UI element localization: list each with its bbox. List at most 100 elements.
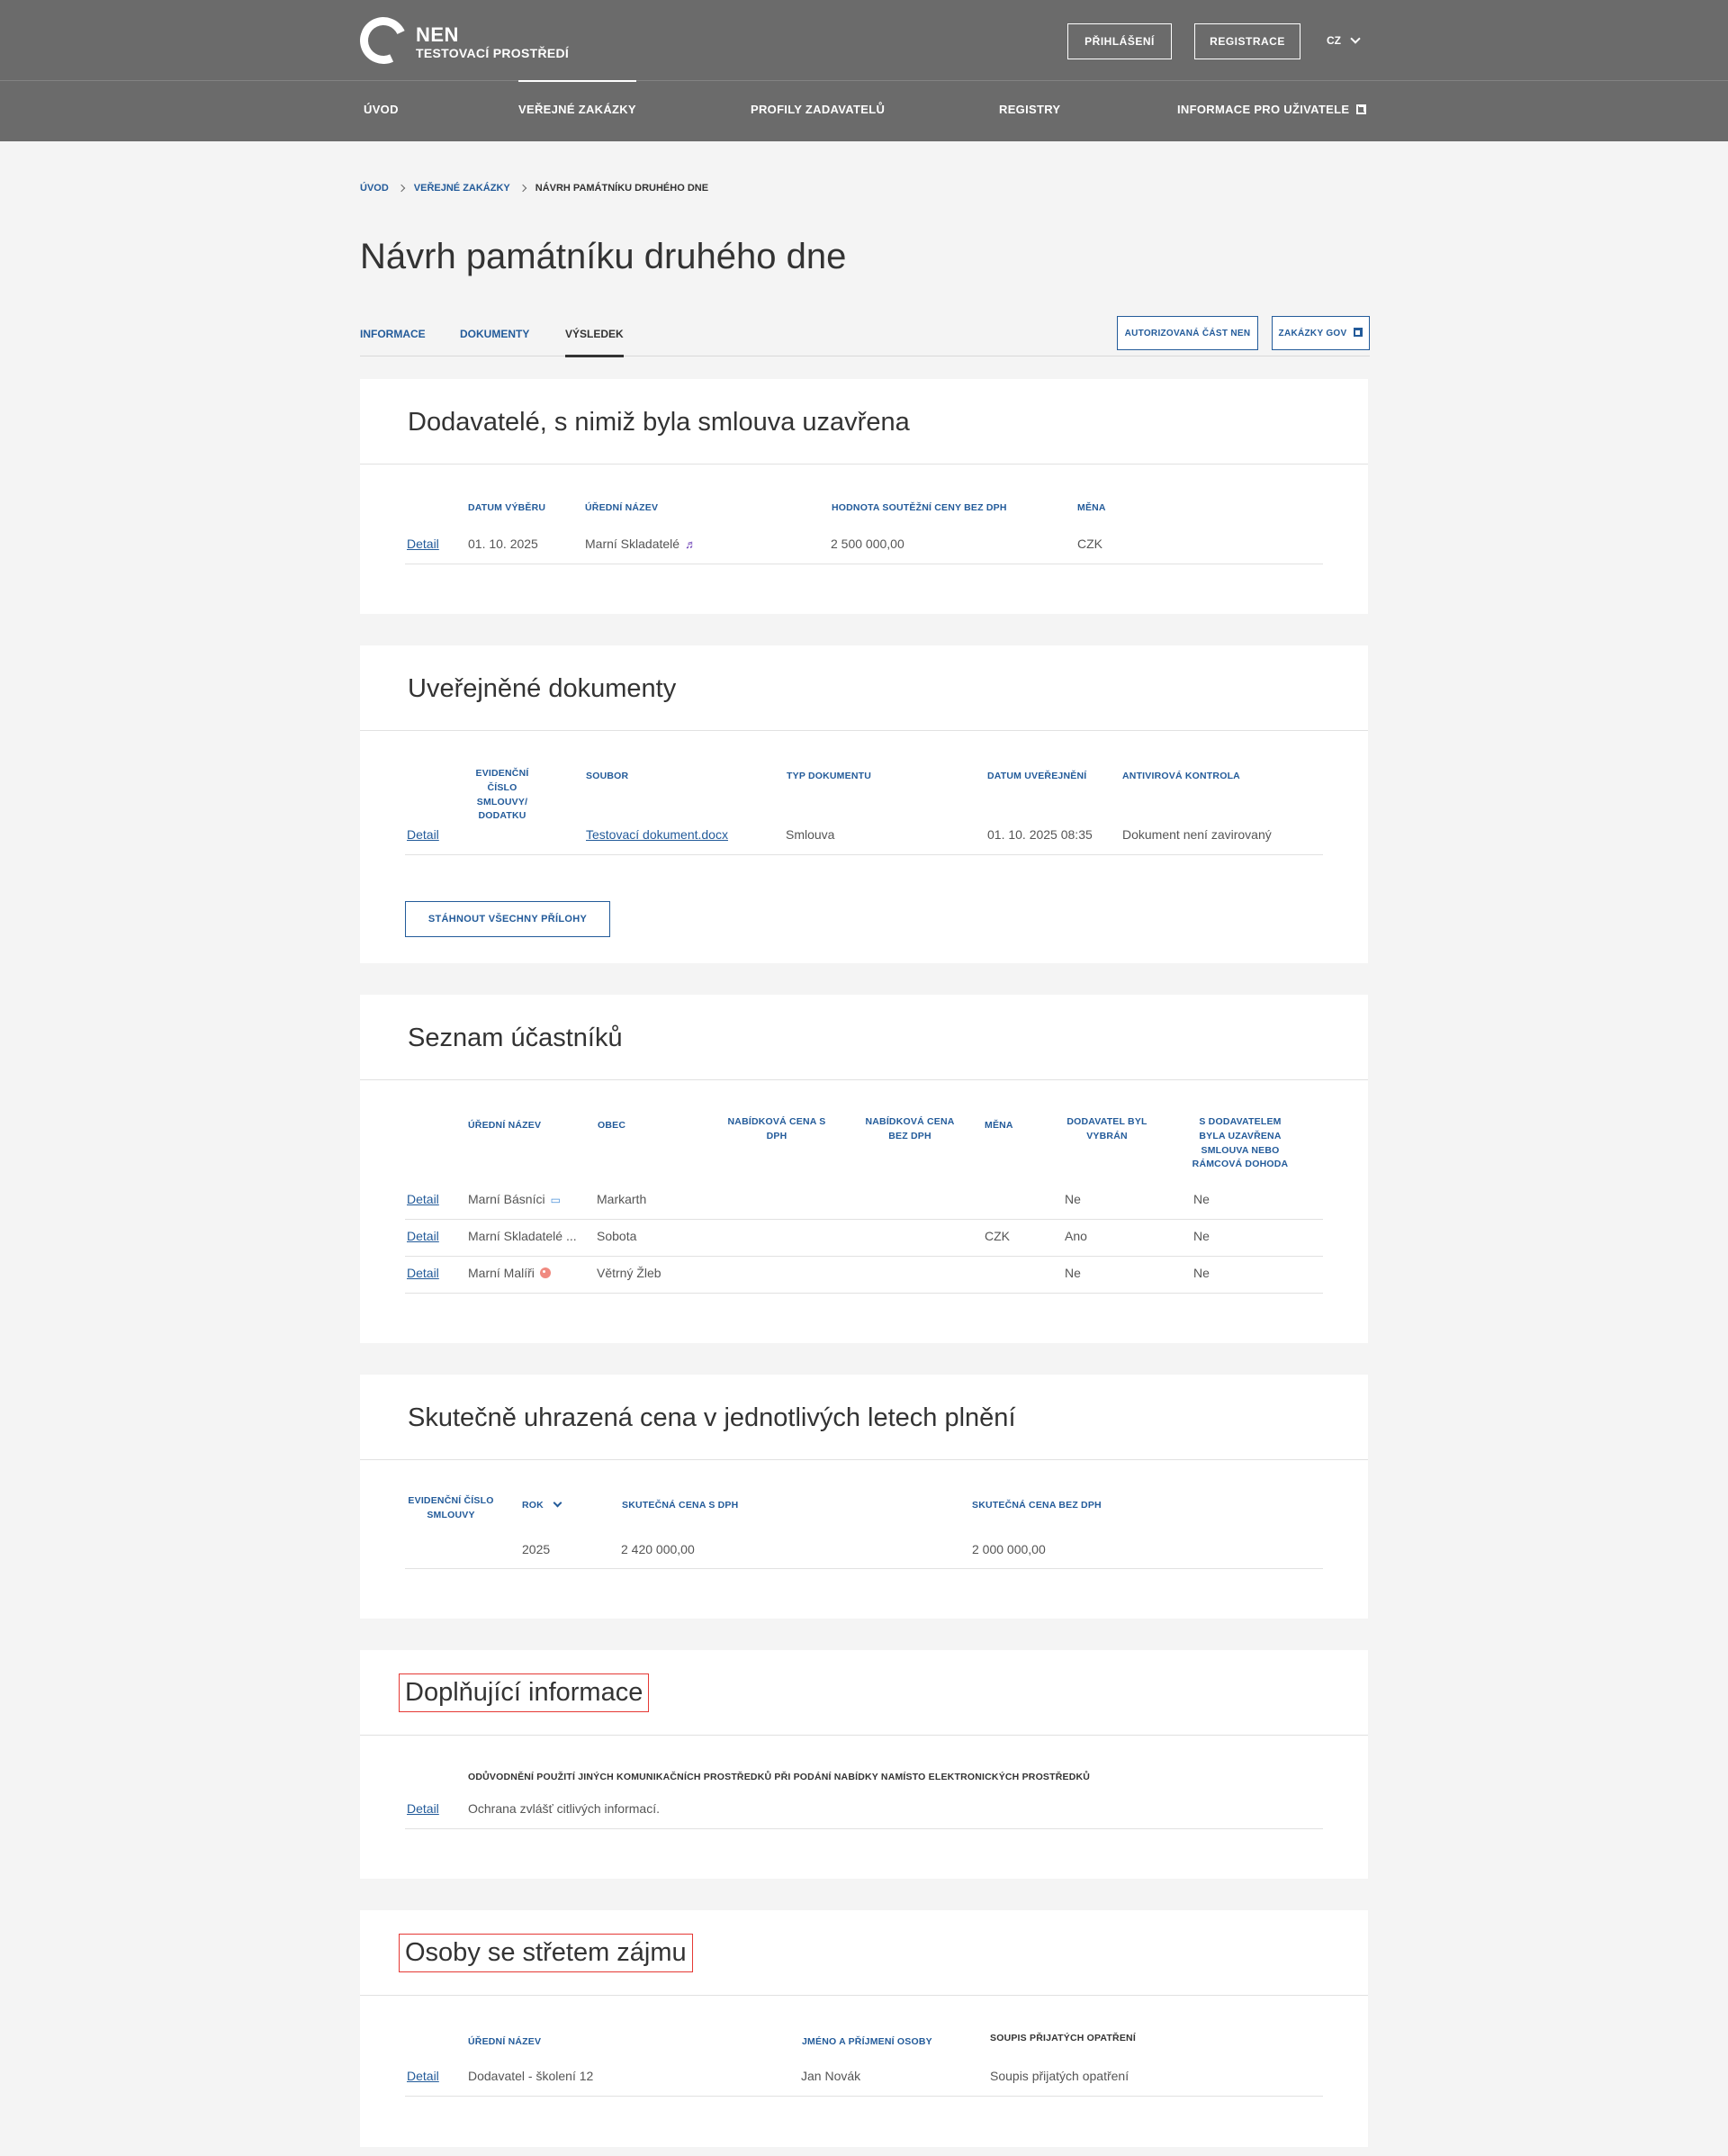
chevron-right-icon bbox=[518, 184, 526, 193]
column-header[interactable]: DATUM UVEŘEJNĚNÍ bbox=[987, 770, 1086, 784]
column-header-label: ROK bbox=[522, 1500, 544, 1511]
detail-link[interactable]: Detail bbox=[407, 1229, 439, 1243]
nav-item-profily-zadavatelu[interactable]: PROFILY ZADAVATELŮ bbox=[751, 103, 885, 116]
breadcrumb-item-verejne-zakazky[interactable]: VEŘEJNÉ ZAKÁZKY bbox=[414, 183, 510, 194]
column-header[interactable]: SKUTEČNÁ CENA S DPH bbox=[622, 1499, 738, 1513]
column-header[interactable]: OBEC bbox=[598, 1119, 626, 1133]
table-cell: Marní Básníci ▭ bbox=[468, 1192, 561, 1206]
card-header: Doplňující informace bbox=[360, 1650, 1368, 1736]
column-header[interactable]: MĚNA bbox=[1077, 501, 1106, 516]
table-cell: CZK bbox=[1077, 537, 1102, 551]
detail-link[interactable]: Detail bbox=[407, 2069, 439, 2083]
zakazky-gov-label: ZAKÁZKY GOV bbox=[1278, 329, 1347, 338]
table-cell: Markarth bbox=[597, 1192, 647, 1206]
column-header[interactable]: ANTIVIROVÁ KONTROLA bbox=[1122, 770, 1240, 784]
table-cell: Ne bbox=[1193, 1266, 1210, 1280]
detail-link[interactable]: Detail bbox=[407, 1192, 439, 1206]
detail-link[interactable]: Detail bbox=[407, 1801, 439, 1816]
column-header[interactable]: NABÍDKOVÁ CENA BEZ DPH bbox=[856, 1115, 964, 1144]
table-cell: Smlouva bbox=[786, 827, 835, 842]
download-all-attachments-button[interactable]: STÁHNOUT VŠECHNY PŘÍLOHY bbox=[405, 901, 610, 937]
documents-title: Uveřejněné dokumenty bbox=[408, 674, 677, 703]
column-header[interactable]: TYP DOKUMENTU bbox=[787, 770, 871, 784]
table-cell: Dodavatel - školení 12 bbox=[468, 2069, 594, 2083]
palette-icon bbox=[539, 1267, 551, 1278]
header-top-bar: NEN TESTOVACÍ PROSTŘEDÍ PŘIHLÁŠENÍ REGIS… bbox=[0, 0, 1728, 81]
sort-chevron-down-icon bbox=[553, 1498, 562, 1508]
language-select[interactable]: CZ bbox=[1327, 33, 1361, 47]
login-button[interactable]: PŘIHLÁŠENÍ bbox=[1067, 23, 1172, 59]
detail-link[interactable]: Detail bbox=[407, 827, 439, 842]
chevron-down-icon bbox=[1350, 33, 1361, 44]
table-cell: Ne bbox=[1065, 1266, 1081, 1280]
card-header: Skutečně uhrazená cena v jednotlivých le… bbox=[360, 1375, 1368, 1460]
table-cell: Marní Skladatelé ... bbox=[468, 1229, 577, 1243]
autorizovana-cast-nen-button[interactable]: AUTORIZOVANÁ ČÁST NEN bbox=[1117, 316, 1258, 350]
participants-title: Seznam účastníků bbox=[408, 1024, 623, 1052]
table-cell: 2 000 000,00 bbox=[972, 1542, 1046, 1556]
nen-logo-icon bbox=[353, 10, 414, 71]
breadcrumb-item-uvod[interactable]: ÚVOD bbox=[360, 183, 389, 194]
table-cell: Ano bbox=[1065, 1229, 1087, 1243]
nav-item-informace-pro-uzivatele[interactable]: INFORMACE PRO UŽIVATELE bbox=[1177, 103, 1367, 116]
external-link-icon bbox=[1354, 328, 1364, 337]
additional-info-title: Doplňující informace bbox=[399, 1673, 650, 1712]
nav-item-label: INFORMACE PRO UŽIVATELE bbox=[1177, 103, 1350, 116]
conflict-of-interest-title: Osoby se střetem zájmu bbox=[399, 1934, 693, 1972]
participants-card: Seznam účastníků ÚŘEDNÍ NÁZEV OBEC NABÍD… bbox=[360, 995, 1368, 1343]
nav-item-verejne-zakazky[interactable]: VEŘEJNÉ ZAKÁZKY bbox=[518, 80, 636, 116]
column-header[interactable]: SOUBOR bbox=[586, 770, 628, 784]
column-header[interactable]: ÚŘEDNÍ NÁZEV bbox=[585, 501, 658, 516]
column-header[interactable]: JMÉNO A PŘÍJMENÍ OSOBY bbox=[802, 2035, 932, 2050]
nen-logo[interactable]: NEN TESTOVACÍ PROSTŘEDÍ bbox=[353, 10, 570, 71]
table-cell: Ochrana zvlášť citlivých informací. bbox=[468, 1801, 660, 1816]
column-header-rok[interactable]: ROK bbox=[522, 1498, 562, 1513]
column-header[interactable]: SKUTEČNÁ CENA BEZ DPH bbox=[972, 1499, 1102, 1513]
main-nav: ÚVOD VEŘEJNÉ ZAKÁZKY PROFILY ZADAVATELŮ … bbox=[0, 80, 1728, 140]
column-header[interactable]: MĚNA bbox=[985, 1119, 1013, 1133]
nav-item-registry[interactable]: REGISTRY bbox=[999, 103, 1060, 116]
column-header[interactable]: S DODAVATELEM BYLA UZAVŘENA SMLOUVA NEBO… bbox=[1186, 1115, 1294, 1172]
additional-info-card: Doplňující informace ODŮVODNĚNÍ POUŽITÍ … bbox=[360, 1650, 1368, 1879]
page-title: Návrh památníku druhého dne bbox=[360, 237, 847, 276]
table-cell: Sobota bbox=[597, 1229, 637, 1243]
documents-card: Uveřejněné dokumenty EVIDENČNÍ ČÍSLO SML… bbox=[360, 645, 1368, 963]
tab-dokumenty[interactable]: DOKUMENTY bbox=[460, 328, 529, 340]
table-cell: Ne bbox=[1193, 1192, 1210, 1206]
row-divider bbox=[405, 1293, 1323, 1294]
column-header[interactable]: ÚŘEDNÍ NÁZEV bbox=[468, 1119, 541, 1133]
row-divider bbox=[405, 1219, 1323, 1220]
table-cell: Ne bbox=[1193, 1229, 1210, 1243]
column-header[interactable]: ODŮVODNĚNÍ POUŽITÍ JINÝCH KOMUNIKAČNÍCH … bbox=[468, 1771, 1090, 1785]
participant-name: Marní Básníci bbox=[468, 1192, 545, 1206]
tab-vysledek[interactable]: VÝSLEDEK bbox=[565, 328, 624, 357]
table-cell: 2 500 000,00 bbox=[831, 537, 904, 551]
card-header: Uveřejněné dokumenty bbox=[360, 645, 1368, 731]
conflict-of-interest-card: Osoby se střetem zájmu ÚŘEDNÍ NÁZEV JMÉN… bbox=[360, 1910, 1368, 2147]
zakazky-gov-button[interactable]: ZAKÁZKY GOV bbox=[1272, 316, 1370, 350]
column-header[interactable]: NABÍDKOVÁ CENA S DPH bbox=[723, 1115, 831, 1144]
supplier-name: Marní Skladatelé bbox=[585, 537, 680, 551]
site-header: NEN TESTOVACÍ PROSTŘEDÍ PŘIHLÁŠENÍ REGIS… bbox=[0, 0, 1728, 141]
participant-name: Marní Malíři bbox=[468, 1266, 535, 1280]
column-header[interactable]: EVIDENČNÍ ČÍSLO SMLOUVY bbox=[405, 1494, 497, 1523]
register-button[interactable]: REGISTRACE bbox=[1194, 23, 1300, 59]
tab-informace[interactable]: INFORMACE bbox=[360, 328, 426, 340]
column-header[interactable]: DODAVATEL BYL VYBRÁN bbox=[1062, 1115, 1152, 1144]
row-divider bbox=[405, 854, 1323, 855]
row-divider bbox=[405, 1828, 1323, 1829]
column-header[interactable]: HODNOTA SOUTĚŽNÍ CENY BEZ DPH bbox=[832, 501, 1007, 516]
table-cell: Větrný Žleb bbox=[597, 1266, 662, 1280]
language-value: CZ bbox=[1327, 34, 1341, 47]
table-cell: 2025 bbox=[522, 1542, 551, 1556]
column-header[interactable]: SOUPIS PŘIJATÝCH OPATŘENÍ bbox=[990, 2032, 1136, 2046]
detail-link[interactable]: Detail bbox=[407, 537, 439, 551]
nav-item-uvod[interactable]: ÚVOD bbox=[364, 103, 399, 116]
column-header[interactable]: DATUM VÝBĚRU bbox=[468, 501, 545, 516]
file-link[interactable]: Testovací dokument.docx bbox=[586, 827, 728, 842]
suppliers-card: Dodavatelé, s nimiž byla smlouva uzavřen… bbox=[360, 379, 1368, 614]
column-header[interactable]: ÚŘEDNÍ NÁZEV bbox=[468, 2035, 541, 2050]
logo-subtitle: TESTOVACÍ PROSTŘEDÍ bbox=[416, 46, 570, 60]
column-header[interactable]: EVIDENČNÍ ČÍSLO SMLOUVY/ DODATKU bbox=[466, 767, 538, 824]
detail-link[interactable]: Detail bbox=[407, 1266, 439, 1280]
